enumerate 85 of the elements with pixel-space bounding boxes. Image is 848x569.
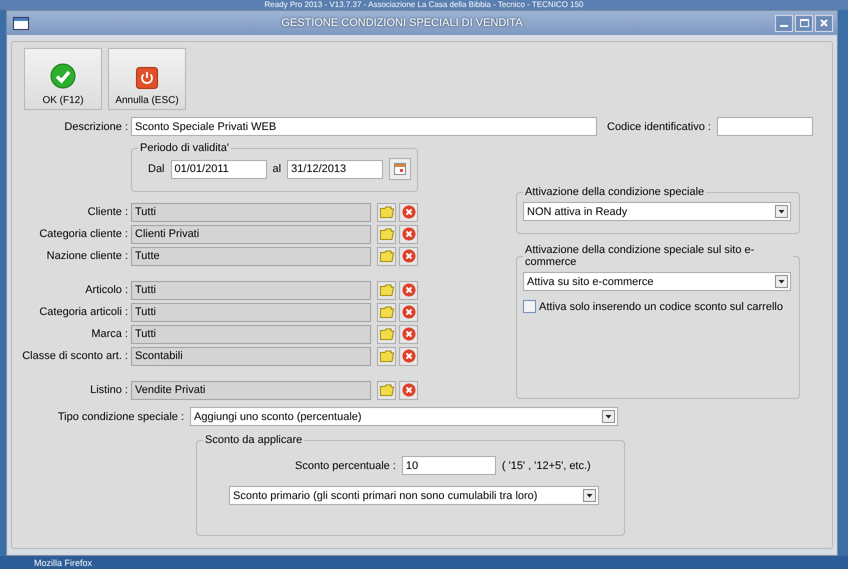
clear-button[interactable] xyxy=(399,246,418,266)
group-title: Attivazione della condizione speciale sul sito e-commerce xyxy=(524,244,756,268)
field-label: Listino : xyxy=(89,384,128,396)
lookup-field[interactable]: Tutti xyxy=(131,280,371,300)
clear-icon xyxy=(402,205,416,219)
browse-button[interactable] xyxy=(377,346,396,366)
group-title: Attivazione della condizione speciale xyxy=(524,186,706,198)
folder-icon xyxy=(380,384,394,396)
field-label: Articolo : xyxy=(84,284,128,296)
close-button[interactable] xyxy=(815,14,833,32)
browse-button[interactable] xyxy=(377,246,396,266)
field-label: Descrizione : xyxy=(63,120,128,132)
field-label: al xyxy=(272,163,282,175)
background-window-title: Ready Pro 2013 - V13.7.37 - Associazione La Casa della Bibbia - Tecnico - TECNICO 150 xyxy=(264,0,584,10)
group-title: Sconto da applicare xyxy=(204,434,304,446)
folder-icon xyxy=(380,284,394,296)
maximize-button[interactable] xyxy=(795,14,813,32)
folder-icon xyxy=(380,306,394,318)
clear-icon xyxy=(402,249,416,263)
field-label: Categoria articoli : xyxy=(38,306,128,318)
checkbox-label: Attiva solo inserendo un codice sconto sul carrello xyxy=(539,300,783,312)
window-icon xyxy=(13,16,29,30)
clear-icon xyxy=(402,327,416,341)
field-label: Sconto percentuale : xyxy=(295,460,396,472)
clear-button[interactable] xyxy=(399,346,418,366)
folder-icon xyxy=(380,328,394,340)
clear-button[interactable] xyxy=(399,302,418,322)
browse-button[interactable] xyxy=(377,324,396,344)
clear-button[interactable] xyxy=(399,324,418,344)
clear-icon xyxy=(402,283,416,297)
clear-button[interactable] xyxy=(399,380,418,400)
field-label: Dal xyxy=(148,163,165,175)
clear-icon xyxy=(402,227,416,241)
field-label: Marca : xyxy=(90,328,128,340)
lookup-field[interactable]: Scontabili xyxy=(131,346,371,366)
lookup-field[interactable]: Clienti Privati xyxy=(131,224,371,244)
checkbox[interactable] xyxy=(523,300,536,313)
browse-button[interactable] xyxy=(377,280,396,300)
date-field[interactable]: 01/01/2011 xyxy=(170,160,267,178)
calendar-button[interactable] xyxy=(389,158,412,180)
field-label: Tipo condizione speciale : xyxy=(56,410,184,422)
clear-icon xyxy=(402,349,416,363)
minimize-button[interactable] xyxy=(775,14,793,32)
discount-type-dropdown[interactable]: Sconto primario (gli sconti primari non sono cumulabili tra loro) xyxy=(229,486,599,505)
field-label: Codice identificativo : xyxy=(607,120,711,132)
field-label: Cliente : xyxy=(86,206,128,218)
folder-icon xyxy=(380,350,394,362)
lookup-field[interactable]: Tutte xyxy=(131,246,371,266)
lookup-field[interactable]: Tutti xyxy=(131,202,371,222)
folder-icon xyxy=(380,228,394,240)
ok-button[interactable]: OK (F12) xyxy=(24,48,102,110)
taskbar-item[interactable]: Mozilla Firefox xyxy=(34,558,92,568)
close-icon xyxy=(820,19,828,27)
description-field[interactable]: Sconto Speciale Privati WEB xyxy=(131,117,597,136)
browse-button[interactable] xyxy=(377,302,396,322)
format-hint: ( '15' , '12+5', etc.) xyxy=(502,460,591,472)
percentage-field[interactable]: 10 xyxy=(402,456,496,475)
window-title: GESTIONE CONDIZIONI SPECIALI DI VENDITA xyxy=(280,17,524,29)
cancel-button[interactable]: Annulla (ESC) xyxy=(108,48,186,110)
power-icon xyxy=(136,67,158,89)
check-icon xyxy=(50,63,76,89)
folder-icon xyxy=(380,206,394,218)
lookup-field[interactable]: Tutti xyxy=(131,302,371,322)
field-label: Classe di sconto art. : xyxy=(22,350,128,362)
browse-button[interactable] xyxy=(377,380,396,400)
clear-button[interactable] xyxy=(399,224,418,244)
code-field[interactable] xyxy=(716,117,813,136)
browse-button[interactable] xyxy=(377,224,396,244)
clear-button[interactable] xyxy=(399,280,418,300)
clear-icon xyxy=(402,305,416,319)
ecommerce-dropdown[interactable]: Attiva su sito e-commerce xyxy=(523,272,791,291)
date-field[interactable]: 31/12/2013 xyxy=(287,160,384,178)
calendar-icon xyxy=(394,163,406,175)
field-label: Nazione cliente : xyxy=(46,250,128,262)
clear-button[interactable] xyxy=(399,202,418,222)
browse-button[interactable] xyxy=(377,202,396,222)
maximize-icon xyxy=(800,19,808,27)
condition-type-dropdown[interactable]: Aggiungi uno sconto (percentuale) xyxy=(190,407,618,426)
field-label: Categoria cliente : xyxy=(38,228,128,240)
clear-icon xyxy=(402,383,416,397)
activation-dropdown[interactable]: NON attiva in Ready xyxy=(523,202,791,221)
folder-icon xyxy=(380,250,394,262)
lookup-field[interactable]: Tutti xyxy=(131,324,371,344)
group-title: Periodo di validita' xyxy=(139,142,230,154)
lookup-field[interactable]: Vendite Privati xyxy=(131,380,371,400)
